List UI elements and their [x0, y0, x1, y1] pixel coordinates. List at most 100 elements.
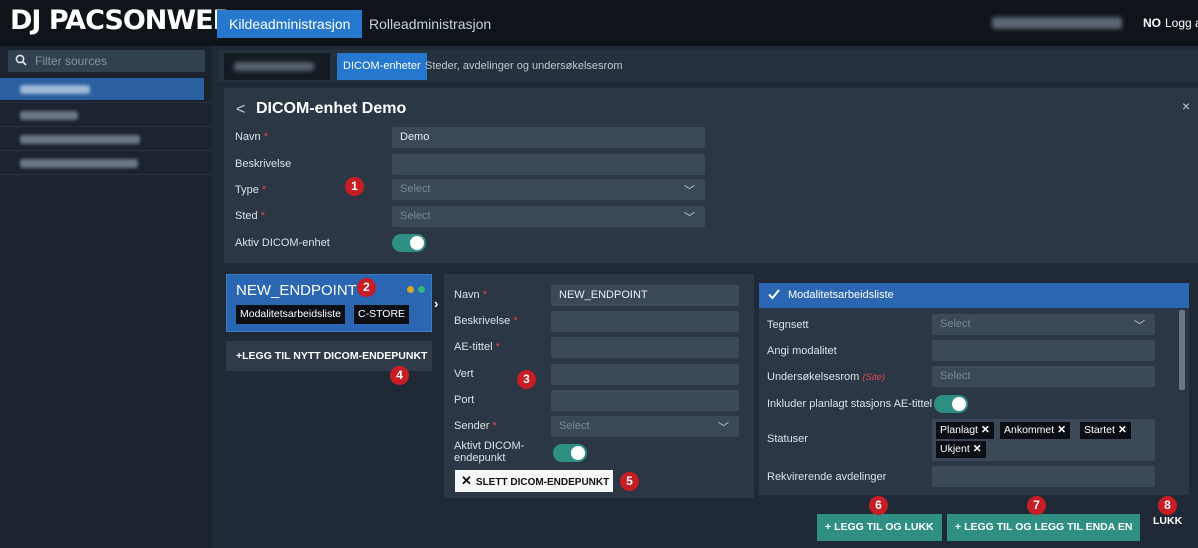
place-label: Sted * [235, 210, 265, 222]
include-ae-toggle[interactable] [934, 395, 968, 413]
type-label: Type * [235, 184, 267, 196]
source-name-redacted [20, 111, 78, 120]
modality-input[interactable] [932, 340, 1155, 361]
annotation-badge: 2 [357, 278, 376, 297]
close-icon[interactable]: × [1182, 98, 1190, 114]
chevron-down-icon: ﹀ [684, 212, 695, 224]
filter-placeholder: Filter sources [35, 54, 108, 68]
source-item[interactable] [0, 152, 212, 174]
endpoint-description-label: Beskrivelse * [454, 315, 518, 327]
search-icon [15, 54, 27, 66]
filter-sources-input[interactable]: Filter sources [8, 50, 205, 72]
annotation-badge: 8 [1158, 496, 1177, 515]
place-select[interactable]: Select ﹀ [392, 206, 705, 227]
divider [0, 150, 212, 151]
top-bar: DJ PACSONWEB Kildeadministrasjon Rollead… [0, 0, 1198, 46]
source-item[interactable] [0, 78, 204, 100]
place-placeholder: Select [400, 210, 431, 222]
source-item[interactable] [0, 128, 212, 150]
annotation-badge: 4 [390, 366, 409, 385]
status-multiselect[interactable]: Planlagt ✕ Ankommet ✕ Startet ✕ Ukjent ✕ [932, 419, 1155, 461]
name-input[interactable]: Demo [392, 127, 705, 148]
close-icon[interactable]: ✕ [1057, 424, 1066, 436]
endpoint-tag-worklist: Modalitetsarbeidsliste [236, 305, 345, 324]
scrollbar[interactable] [1179, 310, 1185, 390]
close-icon[interactable]: ✕ [981, 424, 990, 436]
active-unit-toggle[interactable] [392, 234, 426, 252]
close-button[interactable]: LUKK [1153, 515, 1182, 527]
endpoint-tag-cstore: C-STORE [354, 305, 410, 324]
language-selector[interactable]: NO [1143, 16, 1161, 30]
status-chip[interactable]: Planlagt ✕ [936, 422, 994, 439]
endpoint-form-panel: Navn * NEW_ENDPOINT Beskrivelse * AE-tit… [444, 274, 754, 498]
charset-label: Tegnsett [767, 319, 809, 331]
description-input[interactable] [392, 154, 705, 175]
name-label: Navn * [235, 131, 269, 143]
chevron-down-icon: ﹀ [718, 422, 729, 434]
endpoint-name-input[interactable]: NEW_ENDPOINT [551, 285, 739, 306]
include-ae-label: Inkluder planlagt stasjons AE-tittel [767, 398, 933, 410]
status-chip[interactable]: Startet ✕ [1080, 422, 1131, 439]
tab-steder[interactable]: Steder, avdelinger og undersøkelsesrom [425, 53, 623, 80]
annotation-badge: 7 [1027, 496, 1046, 515]
source-name-redacted [20, 135, 140, 144]
source-tab-redacted[interactable] [224, 53, 330, 80]
sender-placeholder: Select [559, 420, 590, 432]
endpoint-name-value: NEW_ENDPOINT [559, 289, 648, 301]
tab-rolleadministrasjon[interactable]: Rolleadministrasjon [357, 10, 503, 38]
type-placeholder: Select [400, 183, 431, 195]
close-icon[interactable]: ✕ [973, 443, 982, 455]
charset-select[interactable]: Select ﹀ [932, 314, 1155, 335]
charset-placeholder: Select [940, 318, 971, 330]
endpoint-description-input[interactable] [551, 311, 739, 332]
room-select[interactable]: Select [932, 366, 1155, 387]
host-label: Vert [454, 368, 474, 380]
close-icon[interactable]: ✕ [1118, 424, 1127, 436]
requesting-departments-input[interactable] [932, 466, 1155, 487]
toggle-knob [571, 446, 585, 460]
endpoint-card[interactable]: NEW_ENDPOINT Modalitetsarbeidsliste C-ST… [226, 274, 432, 332]
annotation-badge: 1 [345, 177, 364, 196]
port-input[interactable] [551, 390, 739, 411]
status-chip[interactable]: Ukjent ✕ [936, 441, 986, 458]
active-unit-label: Aktiv DICOM-enhet [235, 237, 330, 249]
host-input[interactable] [551, 364, 739, 385]
source-item[interactable] [0, 104, 212, 126]
port-label: Port [454, 394, 475, 406]
tab-kildeadministrasjon[interactable]: Kildeadministrasjon [217, 10, 363, 38]
logout-link[interactable]: Logg a [1165, 16, 1198, 30]
sender-label: Sender * [454, 420, 497, 432]
back-icon[interactable]: < [236, 101, 245, 119]
name-value: Demo [400, 131, 430, 143]
annotation-badge: 3 [517, 370, 536, 389]
sender-select[interactable]: Select ﹀ [551, 416, 739, 437]
chevron-right-icon: › [434, 296, 439, 311]
modality-label: Angi modalitet [767, 345, 837, 357]
check-icon [768, 289, 780, 300]
user-name-redacted[interactable] [992, 17, 1122, 29]
add-and-close-button[interactable]: + LEGG TIL OG LUKK [817, 514, 942, 541]
type-select[interactable]: Select ﹀ [392, 179, 705, 200]
room-label: Undersøkelsesrom (Site) [767, 371, 886, 383]
tab-dicom-enheter[interactable]: DICOM-enheter [337, 53, 427, 80]
worklist-panel: Modalitetsarbeidsliste Tegnsett Select ﹀ … [759, 283, 1189, 495]
source-name-redacted [20, 159, 138, 168]
dicom-unit-panel: < DICOM-enhet Demo × Navn * Demo Beskriv… [224, 88, 1198, 263]
pacsonweb-logo[interactable]: DJ PACSONWEB [10, 5, 233, 36]
ae-title-label: AE-tittel * [454, 341, 500, 353]
endpoint-title: NEW_ENDPOINT [236, 282, 357, 299]
room-placeholder: Select [940, 370, 971, 382]
delete-endpoint-button[interactable]: ✕ SLETT DICOM-ENDEPUNKT [455, 470, 613, 492]
ae-title-input[interactable] [551, 337, 739, 358]
divider [0, 126, 212, 127]
chevron-down-icon: ﹀ [684, 185, 695, 197]
description-label: Beskrivelse [235, 158, 292, 170]
active-endpoint-toggle[interactable] [553, 444, 587, 462]
divider [0, 174, 212, 175]
plus-icon: + [825, 521, 832, 533]
worklist-header[interactable]: Modalitetsarbeidsliste [759, 283, 1189, 308]
add-another-button[interactable]: + LEGG TIL OG LEGG TIL ENDA EN [947, 514, 1141, 541]
endpoint-name-label: Navn * [454, 289, 488, 301]
active-endpoint-label: Aktivt DICOM-endepunkt [454, 440, 525, 464]
status-chip[interactable]: Ankommet ✕ [1000, 422, 1070, 439]
